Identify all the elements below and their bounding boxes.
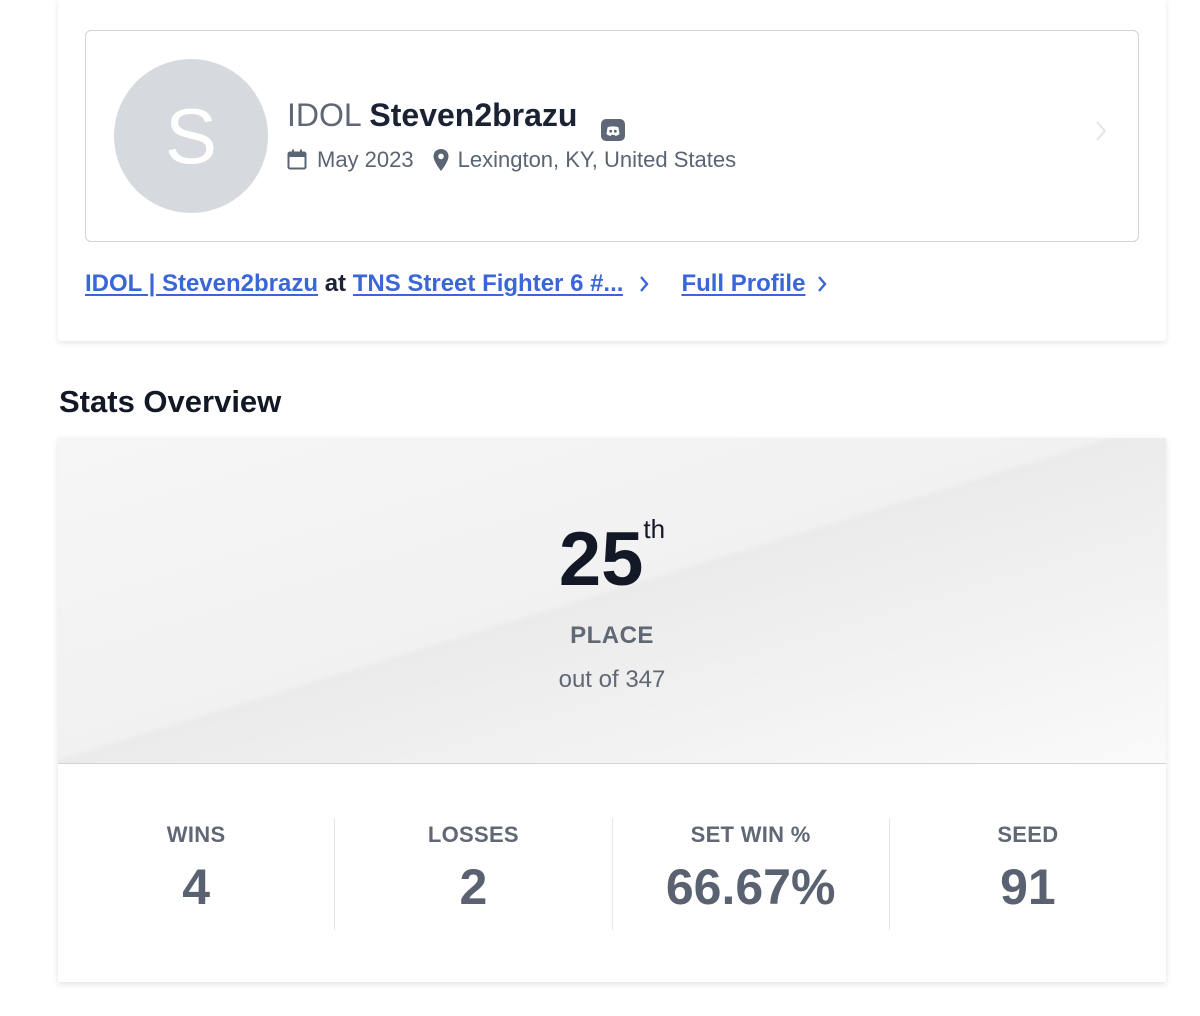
stat-grid: WINS 4 LOSSES 2 SET WIN % 66.67% SEED 91 bbox=[58, 818, 1166, 930]
gamertag: Steven2brazu bbox=[369, 97, 578, 133]
placement-total: out of 347 bbox=[558, 666, 666, 693]
event-link[interactable]: TNS Street Fighter 6 #... bbox=[353, 270, 624, 298]
stats-card: 25th PLACE out of 347 WINS 4 LOSSES 2 SE… bbox=[58, 438, 1166, 982]
full-profile-link[interactable]: Full Profile bbox=[681, 270, 805, 298]
stat-label: SEED bbox=[997, 822, 1059, 847]
placement-suffix: th bbox=[643, 514, 666, 544]
profile-links: IDOL | Steven2brazu at TNS Street Fighte… bbox=[85, 270, 829, 298]
discord-icon[interactable] bbox=[600, 118, 626, 144]
stat-label: SET WIN % bbox=[690, 822, 811, 847]
placement-hero: 25th PLACE out of 347 bbox=[58, 438, 1166, 764]
placement-number: 25th bbox=[558, 514, 666, 602]
stat-losses: LOSSES 2 bbox=[335, 818, 613, 930]
stats-overview-heading: Stats Overview bbox=[59, 384, 282, 419]
stat-value: 2 bbox=[459, 859, 488, 915]
stat-label: LOSSES bbox=[427, 822, 519, 847]
stat-set-win-percent: SET WIN % 66.67% bbox=[613, 818, 890, 930]
stat-seed: SEED 91 bbox=[890, 818, 1166, 930]
avatar-letter: S bbox=[164, 92, 218, 180]
profile-card: S IDOL Steven2brazu May 2023 Lexington, … bbox=[58, 0, 1166, 341]
location: Lexington, KY, United States bbox=[457, 147, 737, 172]
entrant-link[interactable]: IDOL | Steven2brazu at TNS Street Fighte… bbox=[85, 270, 623, 298]
player-name: IDOL Steven2brazu bbox=[287, 99, 577, 131]
stat-value: 4 bbox=[182, 859, 211, 915]
sponsor-prefix: IDOL bbox=[287, 97, 361, 133]
profile-summary[interactable]: S IDOL Steven2brazu May 2023 Lexington, … bbox=[85, 30, 1139, 242]
stat-label: WINS bbox=[166, 822, 226, 847]
profile-meta: May 2023 Lexington, KY, United States bbox=[287, 147, 736, 173]
at-label: at bbox=[324, 270, 347, 297]
placement-label: PLACE bbox=[570, 622, 654, 649]
location-pin-icon bbox=[433, 149, 449, 171]
chevron-right-icon[interactable] bbox=[1094, 119, 1108, 143]
stat-value: 91 bbox=[1000, 859, 1056, 915]
entrant-name-link[interactable]: IDOL | Steven2brazu bbox=[85, 270, 318, 298]
avatar: S bbox=[114, 59, 268, 213]
stat-wins: WINS 4 bbox=[58, 818, 336, 930]
stat-value: 66.67% bbox=[665, 859, 836, 915]
chevron-right-icon[interactable] bbox=[815, 274, 829, 294]
chevron-right-icon[interactable] bbox=[637, 274, 651, 294]
calendar-icon bbox=[287, 149, 307, 170]
join-date: May 2023 bbox=[317, 147, 414, 172]
